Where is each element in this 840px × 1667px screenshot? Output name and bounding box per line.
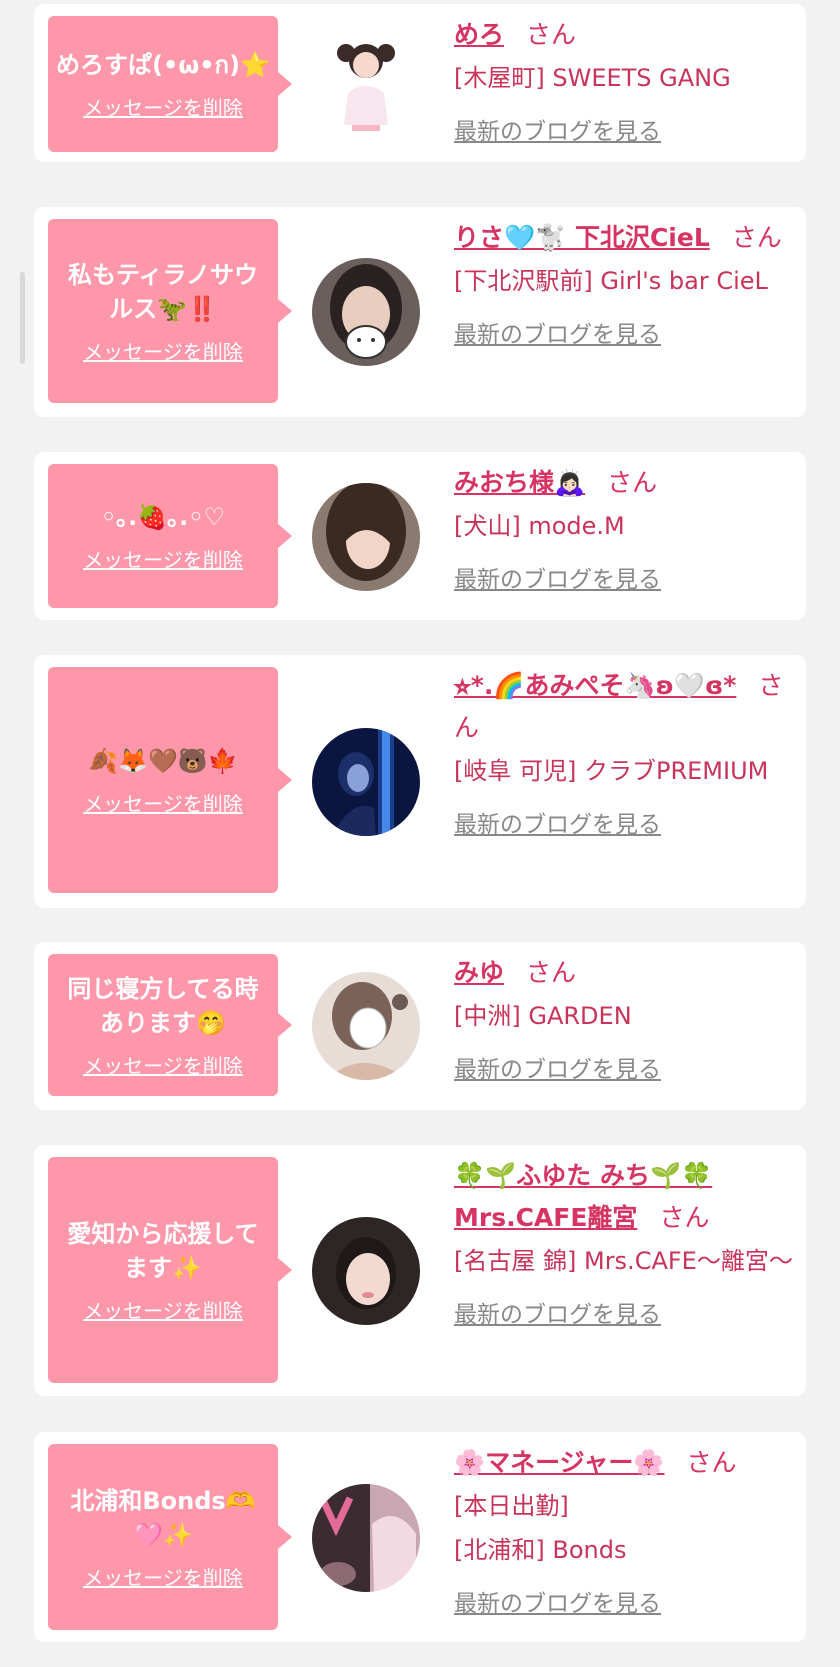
avatar-image — [312, 1484, 420, 1592]
honorific: さん — [526, 20, 577, 49]
avatar[interactable] — [312, 1217, 420, 1325]
name-line: みゆ さん — [454, 952, 794, 994]
latest-blog-link[interactable]: 最新のブログを見る — [454, 1584, 661, 1618]
girl-name-link[interactable]: りさ🩵🐩 下北沢CieL — [454, 223, 710, 252]
girl-name-link[interactable]: 🌸マネージャー🌸 — [454, 1448, 665, 1477]
message-card: ◦｡.🍓｡.◦♡ メッセージを削除 みおち様🙇🏻‍♀️ さん [犬山] mode.… — [34, 452, 806, 620]
avatar[interactable] — [312, 29, 420, 137]
latest-blog-link[interactable]: 最新のブログを見る — [454, 1050, 661, 1084]
info: みおち様🙇🏻‍♀️ さん [犬山] mode.M 最新のブログを見る — [454, 462, 794, 594]
message-text: 同じ寝方してる時あります🤭 — [67, 974, 259, 1037]
girl-name-link[interactable]: めろ — [454, 20, 504, 49]
info: みゆ さん [中洲] GARDEN 最新のブログを見る — [454, 952, 794, 1084]
message-bubble: 北浦和Bonds🫶🩷✨ メッセージを削除 — [48, 1444, 292, 1630]
message-card: 私もティラノサウルス🦖‼️ メッセージを削除 りさ🩵🐩 下北沢CieL さん [下… — [34, 207, 806, 417]
name-line: みおち様🙇🏻‍♀️ さん — [454, 462, 794, 504]
delete-message-link[interactable]: メッセージを削除 — [83, 92, 243, 121]
message-text: 北浦和Bonds🫶🩷✨ — [70, 1486, 256, 1549]
honorific: さん — [526, 958, 577, 987]
honorific: さん — [731, 223, 782, 252]
latest-blog-link[interactable]: 最新のブログを見る — [454, 805, 661, 839]
message-bubble: 同じ寝方してる時あります🤭 メッセージを削除 — [48, 954, 292, 1096]
message-text: めろすぱ(•ω•ก)⭐ — [56, 50, 270, 79]
name-line: めろ さん — [454, 14, 794, 56]
avatar-image — [312, 258, 420, 366]
name-line: りさ🩵🐩 下北沢CieL さん — [454, 217, 794, 259]
delete-message-link[interactable]: メッセージを削除 — [83, 336, 243, 365]
name-line: ⭐︎*.🌈あみぺそ🦄ʚ🤍ɞ* さん — [454, 665, 794, 749]
girl-name-link[interactable]: ⭐︎*.🌈あみぺそ🦄ʚ🤍ɞ* — [454, 671, 736, 700]
message-text: 私もティラノサウルス🦖‼️ — [67, 260, 259, 323]
avatar-image — [312, 1217, 420, 1325]
shop-name: [岐阜 可児] クラブPREMIUM — [454, 757, 769, 785]
shop-name: [名古屋 錦] Mrs.CAFE～離宮～ — [454, 1247, 793, 1275]
name-line: 🌸マネージャー🌸 さん — [454, 1442, 794, 1484]
shop-name: [木屋町] SWEETS GANG — [454, 64, 731, 92]
avatar[interactable] — [312, 258, 420, 366]
message-bubble: ◦｡.🍓｡.◦♡ メッセージを削除 — [48, 464, 292, 608]
delete-message-link[interactable]: メッセージを削除 — [83, 1562, 243, 1591]
scrollbar[interactable] — [20, 272, 25, 364]
info: めろ さん [木屋町] SWEETS GANG 最新のブログを見る — [454, 14, 794, 146]
message-bubble: めろすぱ(•ω•ก)⭐ メッセージを削除 — [48, 16, 292, 152]
shop-name: [下北沢駅前] Girl's bar CieL — [454, 267, 768, 295]
info: 🍀🌱ふゆた みち🌱🍀Mrs.CAFE離宮 さん [名古屋 錦] Mrs.CAFE～… — [454, 1155, 794, 1329]
shop-name: [犬山] mode.M — [454, 512, 625, 540]
latest-blog-link[interactable]: 最新のブログを見る — [454, 112, 661, 146]
message-card: 🍂🦊🤎🐻🍁 メッセージを削除 ⭐︎*.🌈あみぺそ🦄ʚ🤍ɞ* さん [岐阜 可児] … — [34, 655, 806, 908]
message-bubble: 私もティラノサウルス🦖‼️ メッセージを削除 — [48, 219, 292, 403]
delete-message-link[interactable]: メッセージを削除 — [83, 1295, 243, 1324]
avatar-image — [312, 972, 420, 1080]
message-text: ◦｡.🍓｡.◦♡ — [100, 502, 226, 531]
info: ⭐︎*.🌈あみぺそ🦄ʚ🤍ɞ* さん [岐阜 可児] クラブPREMIUM 最新のブ… — [454, 665, 794, 839]
avatar-image — [312, 728, 420, 836]
shop-name: [中洲] GARDEN — [454, 1002, 632, 1030]
info: りさ🩵🐩 下北沢CieL さん [下北沢駅前] Girl's bar CieL 最… — [454, 217, 794, 349]
message-card: 愛知から応援してます✨ メッセージを削除 🍀🌱ふゆた みち🌱🍀Mrs.CAFE離… — [34, 1145, 806, 1396]
name-line: 🍀🌱ふゆた みち🌱🍀Mrs.CAFE離宮 さん — [454, 1155, 794, 1239]
latest-blog-link[interactable]: 最新のブログを見る — [454, 315, 661, 349]
avatar-image — [312, 29, 420, 137]
avatar[interactable] — [312, 972, 420, 1080]
shop-name: [北浦和] Bonds — [454, 1536, 627, 1564]
message-card: めろすぱ(•ω•ก)⭐ メッセージを削除 めろ さん [木屋町] SWEETS G… — [34, 4, 806, 162]
honorific: さん — [659, 1203, 710, 1232]
message-bubble: 愛知から応援してます✨ メッセージを削除 — [48, 1157, 292, 1383]
message-bubble: 🍂🦊🤎🐻🍁 メッセージを削除 — [48, 667, 292, 893]
shop-status: [本日出勤] — [454, 1492, 569, 1520]
info: 🌸マネージャー🌸 さん [本日出勤] [北浦和] Bonds 最新のブログを見る — [454, 1442, 794, 1618]
honorific: さん — [686, 1448, 737, 1477]
delete-message-link[interactable]: メッセージを削除 — [83, 788, 243, 817]
latest-blog-link[interactable]: 最新のブログを見る — [454, 560, 661, 594]
avatar-image — [312, 483, 420, 591]
latest-blog-link[interactable]: 最新のブログを見る — [454, 1295, 661, 1329]
message-text: 愛知から応援してます✨ — [67, 1219, 259, 1282]
message-card: 北浦和Bonds🫶🩷✨ メッセージを削除 🌸マネージャー🌸 さん [本日出勤] [… — [34, 1432, 806, 1642]
avatar[interactable] — [312, 1484, 420, 1592]
avatar[interactable] — [312, 483, 420, 591]
honorific: さん — [607, 468, 658, 497]
girl-name-link[interactable]: みおち様🙇🏻‍♀️ — [454, 468, 585, 497]
avatar[interactable] — [312, 728, 420, 836]
message-text: 🍂🦊🤎🐻🍁 — [88, 746, 238, 775]
delete-message-link[interactable]: メッセージを削除 — [83, 544, 243, 573]
message-card: 同じ寝方してる時あります🤭 メッセージを削除 みゆ さん [中洲] GARDEN … — [34, 942, 806, 1110]
delete-message-link[interactable]: メッセージを削除 — [83, 1050, 243, 1079]
girl-name-link[interactable]: みゆ — [454, 958, 504, 987]
